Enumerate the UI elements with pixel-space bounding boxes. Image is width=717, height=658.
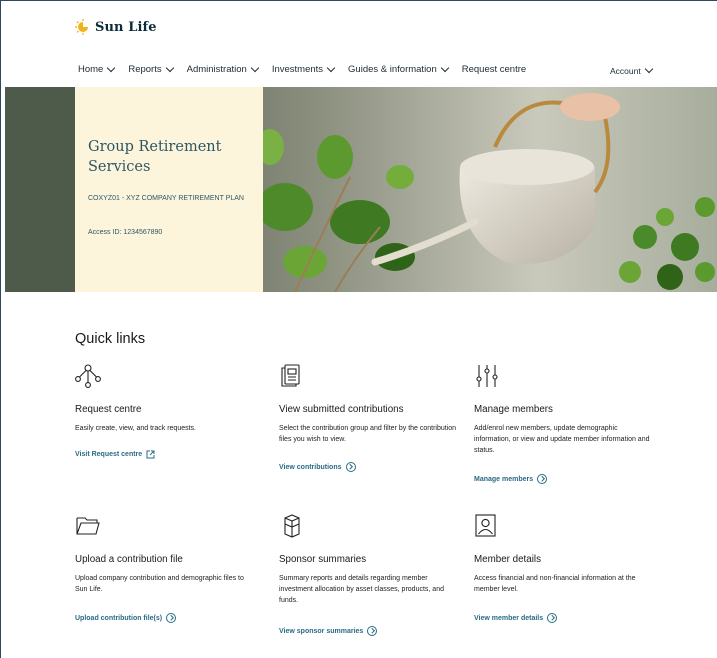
card-description: Add/enrol new members, update demographi… xyxy=(474,425,650,455)
account-menu[interactable]: Account xyxy=(610,64,653,76)
external-link-icon xyxy=(146,450,155,459)
view-member-details-link[interactable]: View member details xyxy=(474,613,558,623)
card-title: Upload a contribution file xyxy=(75,554,183,565)
card-link-label: Upload contribution file(s) xyxy=(75,614,163,622)
sun-icon xyxy=(75,19,88,35)
chevron-down-icon xyxy=(250,63,260,72)
nav-item-investments[interactable]: Investments xyxy=(271,63,336,75)
chevron-down-icon xyxy=(326,63,336,72)
chevron-circle-icon xyxy=(537,474,548,484)
nav-item-request-centre[interactable]: Request centre xyxy=(462,64,526,75)
sun-life-logo[interactable]: Sun Life xyxy=(75,19,157,35)
view-contributions-link[interactable]: View contributions xyxy=(279,462,356,472)
manage-members-link[interactable]: Manage members xyxy=(474,474,548,484)
chevron-circle-icon xyxy=(367,626,378,636)
card-title: Request centre xyxy=(75,404,142,415)
card-description: Select the contribution group and filter… xyxy=(279,425,457,444)
card-title: View submitted contributions xyxy=(279,404,404,415)
card-link-label: View sponsor summaries xyxy=(279,627,364,635)
nav-item-label: Request centre xyxy=(461,64,527,75)
card-description: Easily create, view, and track requests. xyxy=(75,425,196,432)
nav-item-reports[interactable]: Reports xyxy=(128,63,174,75)
chevron-down-icon xyxy=(165,63,174,72)
nav-item-guides[interactable]: Guides & information xyxy=(348,63,449,75)
card-title: Member details xyxy=(474,554,541,565)
plan-name: COXYZ01 - XYZ COMPANY RETIREMENT PLAN xyxy=(88,195,244,202)
visit-request-centre-link[interactable]: Visit Request centre xyxy=(75,450,155,459)
quick-links-heading: Quick links xyxy=(75,331,146,347)
card-link-label: View contributions xyxy=(279,463,342,471)
view-sponsor-summaries-link[interactable]: View sponsor summaries xyxy=(279,626,378,636)
nav-item-label: Administration xyxy=(186,64,247,75)
box-icon xyxy=(284,514,300,538)
member-icon xyxy=(475,514,496,537)
access-id: Access ID: 1234567890 xyxy=(88,229,163,236)
chevron-circle-icon xyxy=(547,613,558,623)
contributions-icon xyxy=(281,364,300,387)
nav-item-label: Home xyxy=(78,64,104,75)
card-link-label: View member details xyxy=(474,614,544,622)
sliders-icon xyxy=(476,365,498,387)
chevron-circle-icon xyxy=(166,613,177,623)
logo-text: Sun Life xyxy=(95,19,157,35)
card-link-label: Visit Request centre xyxy=(75,451,143,458)
card-description: Access financial and non-financial infor… xyxy=(474,575,636,594)
nav-item-label: Investments xyxy=(271,64,324,75)
upload-contribution-link[interactable]: Upload contribution file(s) xyxy=(75,613,177,623)
chevron-down-icon xyxy=(107,63,116,72)
hero-banner: Group Retirement Services COXYZ01 - XYZ … xyxy=(5,87,717,292)
nav-item-label: Reports xyxy=(128,64,162,75)
nav-item-home[interactable]: Home xyxy=(78,63,116,75)
card-title: Manage members xyxy=(474,404,553,415)
main-nav: Home Reports Administration Investments … xyxy=(78,63,540,75)
chevron-down-icon xyxy=(644,64,653,74)
nav-item-administration[interactable]: Administration xyxy=(186,63,260,75)
card-description: Summary reports and details regarding me… xyxy=(279,575,444,605)
hero-info-card: Group Retirement Services COXYZ01 - XYZ … xyxy=(75,87,263,292)
request-icon xyxy=(75,364,101,388)
card-description: Upload company contribution and demograp… xyxy=(75,575,244,594)
account-label: Account xyxy=(610,66,641,76)
card-title: Sponsor summaries xyxy=(279,554,367,565)
nav-item-label: Guides & information xyxy=(348,64,437,75)
folder-icon xyxy=(76,517,100,535)
hero-title: Group Retirement Services xyxy=(88,139,222,175)
chevron-down-icon xyxy=(440,63,449,72)
card-link-label: Manage members xyxy=(474,475,534,483)
chevron-circle-icon xyxy=(345,462,356,472)
